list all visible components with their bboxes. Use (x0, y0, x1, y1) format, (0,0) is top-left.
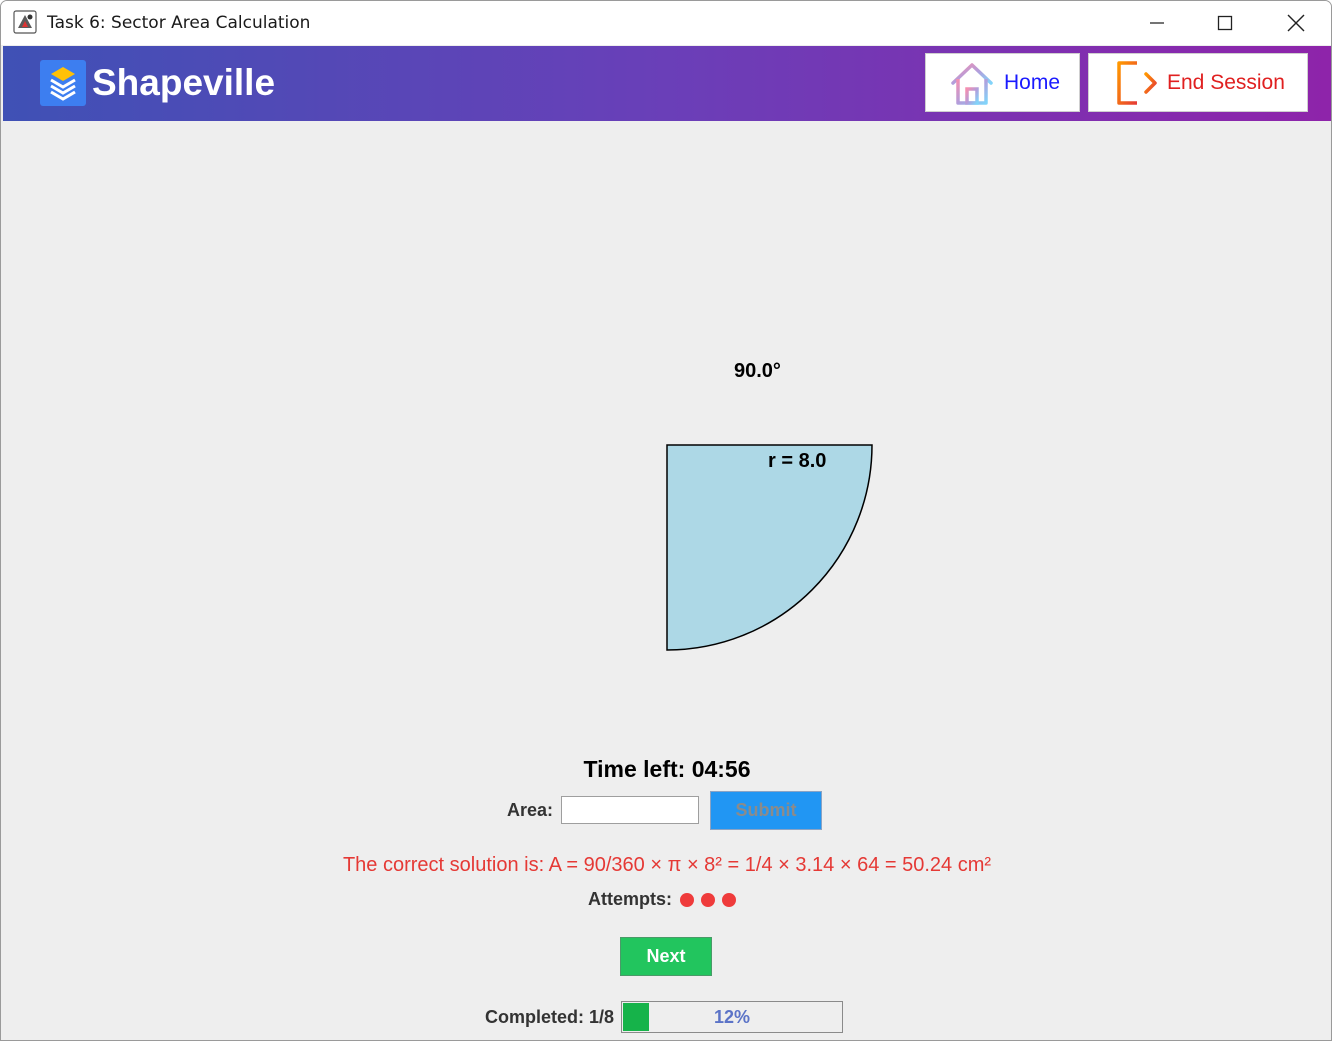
maximize-icon (1217, 15, 1233, 31)
home-button[interactable]: Home (925, 53, 1080, 112)
timer-text: Time left: 04:56 (583, 756, 751, 782)
attempts-row: Attempts: (588, 889, 743, 910)
solution-text: The correct solution is: A = 90/360 × π … (342, 854, 992, 876)
angle-label: 90.0° (734, 360, 781, 382)
brand-title: Shapeville (92, 62, 276, 103)
home-icon (951, 62, 993, 105)
close-icon (1287, 14, 1305, 32)
title-bar: Task 6: Sector Area Calculation (1, 1, 1331, 45)
app-header: Shapeville Home End Session (3, 46, 1331, 121)
maximize-button[interactable] (1190, 1, 1260, 45)
progress-label: Completed: 1/8 (485, 1006, 615, 1027)
attempt-dots (680, 892, 743, 907)
java-app-icon (13, 10, 37, 34)
layers-logo-icon (40, 60, 86, 106)
submit-button[interactable]: Submit (710, 790, 823, 830)
window-title: Task 6: Sector Area Calculation (47, 13, 311, 33)
attempt-dot (722, 892, 736, 907)
area-label: Area: (507, 799, 554, 820)
app-window: Task 6: Sector Area Calculation Shapevil… (0, 0, 1332, 1041)
home-label: Home (1004, 70, 1061, 94)
attempt-dot (680, 892, 694, 907)
logout-icon (1117, 60, 1157, 105)
close-button[interactable] (1261, 1, 1331, 45)
attempt-dot (701, 892, 715, 907)
area-answer-row: Area: Submit (507, 790, 823, 830)
progress-row: Completed: 1/8 12% (485, 1001, 844, 1033)
next-button[interactable]: Next (620, 937, 712, 976)
progress-percent: 12% (714, 1006, 751, 1027)
area-input[interactable] (561, 796, 700, 824)
minimize-button[interactable] (1122, 1, 1192, 45)
end-session-button[interactable]: End Session (1088, 53, 1308, 112)
radius-label: r = 8.0 (768, 450, 827, 472)
minimize-icon (1150, 22, 1164, 24)
progress-bar: 12% (621, 1001, 844, 1033)
attempts-label: Attempts: (588, 889, 672, 909)
sector-path (666, 444, 873, 651)
end-session-label: End Session (1167, 70, 1285, 94)
